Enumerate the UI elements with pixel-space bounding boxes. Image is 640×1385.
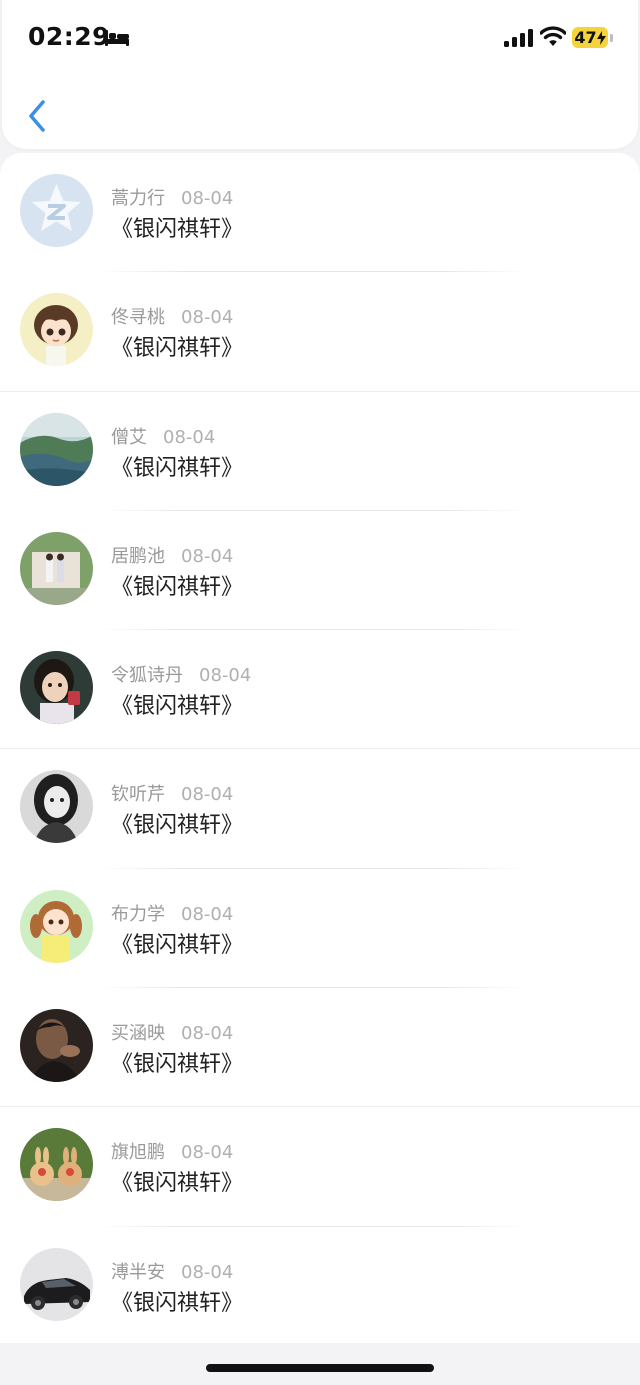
item-date: 08-04 [181, 1023, 234, 1045]
item-meta: 布力学 08-04 [111, 900, 233, 926]
rabbit-figurines-avatar [20, 1128, 93, 1202]
item-date: 08-04 [181, 784, 234, 806]
list-item[interactable]: 令狐诗丹 08-04 《银闪祺轩》 [0, 630, 640, 750]
item-meta: 旗旭鹏 08-04 [111, 1138, 233, 1164]
list-item[interactable]: 布力学 08-04 《银闪祺轩》 [0, 869, 640, 989]
item-title: 《银闪祺轩》 [111, 1052, 244, 1078]
item-date: 08-04 [163, 426, 216, 448]
comment-list: 蒿力行 08-04 《银闪祺轩》 佟寻桃 08-04 《银闪祺轩》 僧艾 08-… [0, 153, 640, 1343]
item-date: 08-04 [181, 307, 234, 329]
user-name: 蒿力行 [111, 188, 165, 209]
bed-icon [105, 30, 129, 46]
item-date: 08-04 [181, 903, 234, 925]
user-name: 令狐诗丹 [111, 665, 183, 687]
item-date: 08-04 [181, 545, 234, 567]
man-portrait-avatar [20, 1009, 93, 1083]
user-name: 旗旭鹏 [111, 1142, 165, 1164]
user-name: 僧艾 [111, 426, 147, 448]
black-car-avatar [20, 1247, 93, 1321]
cartoon-girl-avatar [20, 889, 93, 963]
item-title: 《银闪祺轩》 [111, 694, 244, 720]
status-bar: 02:29 47 [0, 0, 640, 75]
item-date: 08-04 [199, 665, 252, 687]
list-item[interactable]: 蒿力行 08-04 《银闪祺轩》 [0, 153, 640, 273]
item-meta: 买涵映 08-04 [111, 1019, 233, 1045]
signal-icon [504, 29, 533, 47]
battery-cap [610, 34, 613, 42]
list-item[interactable]: 买涵映 08-04 《银闪祺轩》 [0, 988, 640, 1108]
item-title: 《银闪祺轩》 [111, 932, 244, 958]
item-date: 08-04 [181, 1142, 234, 1164]
user-name: 溥半安 [111, 1261, 165, 1283]
item-date: 08-04 [181, 188, 234, 209]
item-meta: 居鹏池 08-04 [111, 542, 233, 568]
child-photo-avatar [20, 651, 93, 725]
status-time: 02:29 [28, 22, 111, 51]
battery-indicator: 47 [572, 27, 608, 48]
item-title: 《银闪祺轩》 [111, 813, 244, 839]
item-meta: 令狐诗丹 08-04 [111, 661, 251, 687]
item-title: 《银闪祺轩》 [111, 217, 244, 242]
landscape-avatar [20, 412, 93, 486]
item-title: 《银闪祺轩》 [111, 1290, 244, 1316]
item-title: 《银闪祺轩》 [111, 1171, 244, 1197]
item-title: 《银闪祺轩》 [111, 455, 244, 481]
battery-level: 47 [574, 28, 597, 47]
qq-star-default-avatar [20, 174, 93, 247]
girl-bw-avatar [20, 770, 93, 844]
battery-charging-icon [596, 30, 606, 45]
item-meta: 佟寻桃 08-04 [111, 303, 233, 329]
item-title: 《银闪祺轩》 [111, 336, 244, 362]
chevron-left-icon [29, 100, 45, 132]
list-item[interactable]: 钦听芹 08-04 《银闪祺轩》 [0, 749, 640, 869]
list-item[interactable]: 居鹏池 08-04 《银闪祺轩》 [0, 511, 640, 631]
item-meta: 钦听芹 08-04 [111, 780, 233, 806]
wifi-icon [540, 26, 566, 46]
item-meta: 蒿力行 08-04 [111, 184, 233, 210]
home-indicator[interactable] [206, 1364, 434, 1372]
couple-photo-avatar [20, 531, 93, 605]
user-name: 买涵映 [111, 1023, 165, 1045]
back-button[interactable] [22, 96, 52, 136]
list-item[interactable]: 旗旭鹏 08-04 《银闪祺轩》 [0, 1107, 640, 1227]
user-name: 佟寻桃 [111, 307, 165, 329]
item-meta: 僧艾 08-04 [111, 423, 215, 449]
cartoon-boy-avatar [20, 293, 93, 367]
list-item[interactable]: 僧艾 08-04 《银闪祺轩》 [0, 392, 640, 511]
item-title: 《银闪祺轩》 [111, 574, 244, 600]
user-name: 钦听芹 [111, 784, 165, 806]
user-name: 布力学 [111, 903, 165, 925]
item-date: 08-04 [181, 1261, 234, 1283]
user-name: 居鹏池 [111, 545, 165, 567]
list-item[interactable]: 佟寻桃 08-04 《银闪祺轩》 [0, 272, 640, 392]
item-meta: 溥半安 08-04 [111, 1258, 233, 1284]
list-item[interactable]: 溥半安 08-04 《银闪祺轩》 [0, 1227, 640, 1346]
